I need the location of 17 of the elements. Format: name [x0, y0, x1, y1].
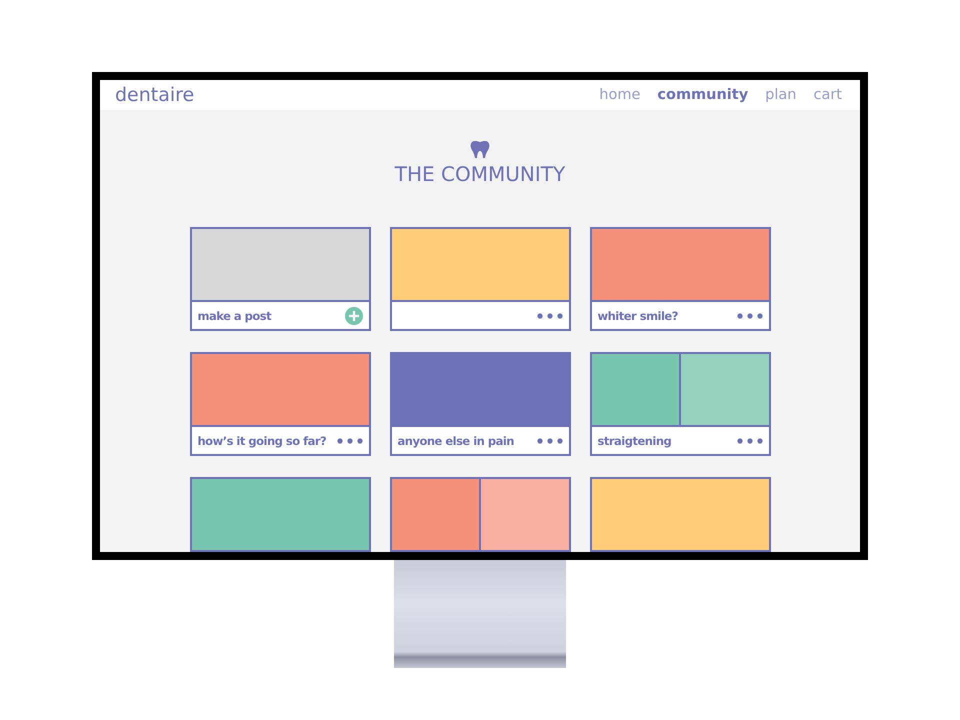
tooth-icon: [470, 141, 490, 158]
more-icon[interactable]: [536, 312, 562, 318]
nav-link[interactable]: plan: [765, 87, 796, 103]
more-icon[interactable]: [336, 438, 362, 444]
post-title[interactable]: how’s it going so far?: [198, 434, 326, 448]
more-icon[interactable]: [536, 438, 562, 444]
post-title[interactable]: anyone else in pain: [398, 434, 514, 448]
site-logo[interactable]: dentaire: [115, 84, 194, 106]
post-title[interactable]: straigtening: [598, 434, 672, 448]
page-title: THE COMMUNITY: [394, 162, 566, 186]
post-title[interactable]: make a post: [198, 308, 272, 322]
nav-link[interactable]: cart: [813, 87, 842, 103]
more-icon[interactable]: [736, 312, 762, 318]
nav-link[interactable]: community: [657, 87, 748, 103]
nav-link[interactable]: home: [599, 87, 640, 103]
post-title[interactable]: whiter smile?: [598, 308, 678, 322]
more-icon[interactable]: [736, 438, 762, 444]
